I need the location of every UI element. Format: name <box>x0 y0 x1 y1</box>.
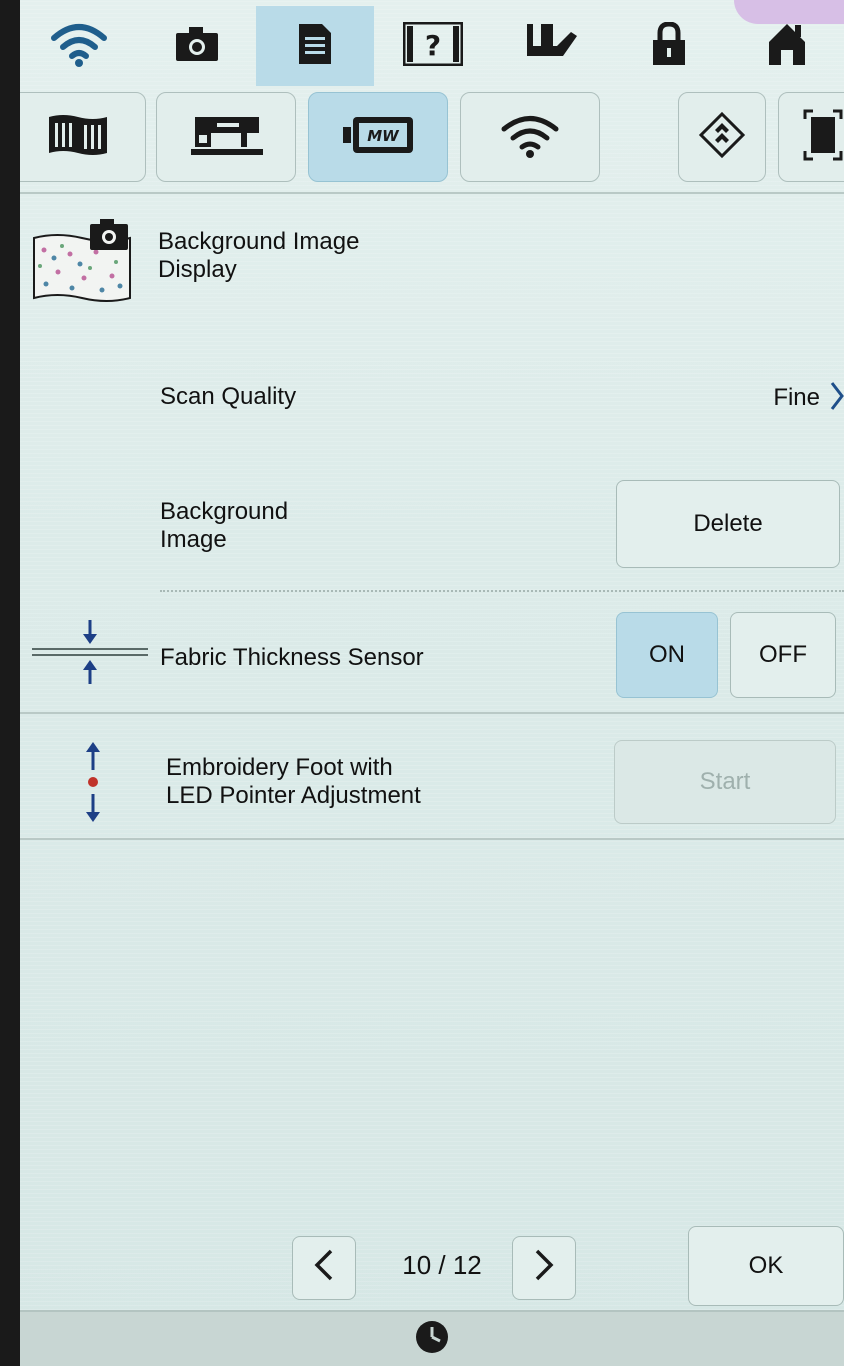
led-pointer-label: Embroidery Foot with LED Pointer Adjustm… <box>166 754 421 809</box>
chevron-left-icon <box>314 1249 334 1288</box>
clock-icon[interactable] <box>414 1319 450 1360</box>
rotate-button[interactable] <box>678 92 766 182</box>
svg-text:MW: MW <box>367 127 400 145</box>
header-divider <box>20 192 844 194</box>
tab-sewing-machine[interactable] <box>156 92 296 182</box>
background-image-label: Background Image <box>160 498 289 553</box>
fabric-pattern-icon <box>47 113 109 162</box>
rotate-icon <box>698 111 746 164</box>
tab-wireless[interactable] <box>460 92 600 182</box>
settings-screen: ? MW Background Image Display Scan Quali… <box>20 0 844 1366</box>
help-button[interactable]: ? <box>374 6 492 86</box>
home-button[interactable] <box>728 6 844 86</box>
wifi-icon <box>50 20 108 73</box>
chevron-right-icon <box>830 381 844 416</box>
delete-button[interactable]: Delete <box>616 480 840 568</box>
fabric-thickness-icon <box>32 618 148 691</box>
top-status-bar: ? <box>20 6 844 86</box>
led-pointer-start-button[interactable]: Start <box>614 740 836 824</box>
lock-icon <box>652 20 686 71</box>
tab-embroidery[interactable]: MW <box>308 92 448 182</box>
section-divider <box>20 838 844 840</box>
svg-text:?: ? <box>425 29 441 62</box>
home-icon <box>767 22 807 71</box>
previous-page-button[interactable] <box>292 1236 356 1300</box>
help-icon: ? <box>402 21 464 71</box>
fabric-thickness-label: Fabric Thickness Sensor <box>160 644 424 671</box>
lock-button[interactable] <box>610 6 728 86</box>
settings-tab-button[interactable] <box>256 6 374 86</box>
category-tabs: MW <box>20 92 844 184</box>
wifi-status-button[interactable] <box>20 6 138 86</box>
ok-button[interactable]: OK <box>688 1226 844 1306</box>
sewing-machine-icon <box>189 113 263 162</box>
frame-fit-button[interactable] <box>778 92 844 182</box>
chevron-right-icon <box>534 1249 554 1288</box>
presser-foot-icon <box>523 22 579 71</box>
bottom-status-bar <box>20 1310 844 1366</box>
fabric-thickness-on-button[interactable]: ON <box>616 612 718 698</box>
section-divider <box>20 712 844 714</box>
document-icon <box>298 23 332 70</box>
camera-button[interactable] <box>138 6 256 86</box>
presser-foot-button[interactable] <box>492 6 610 86</box>
scan-quality-selector[interactable]: Fine <box>720 370 844 426</box>
fabric-thickness-off-button[interactable]: OFF <box>730 612 836 698</box>
scan-quality-value: Fine <box>773 384 820 411</box>
frame-fit-icon <box>803 109 843 166</box>
tab-fabric-pattern[interactable] <box>20 92 146 182</box>
page-indicator: 10 / 12 <box>402 1250 482 1280</box>
background-image-display-icon <box>32 218 132 313</box>
background-image-display-label: Background Image Display <box>158 228 360 283</box>
embroidery-frame-icon: MW <box>341 113 415 162</box>
scan-quality-label: Scan Quality <box>160 383 297 410</box>
wifi-icon <box>500 112 560 163</box>
section-divider <box>160 590 844 592</box>
next-page-button[interactable] <box>512 1236 576 1300</box>
led-pointer-icon <box>78 740 108 829</box>
camera-icon <box>175 26 219 67</box>
